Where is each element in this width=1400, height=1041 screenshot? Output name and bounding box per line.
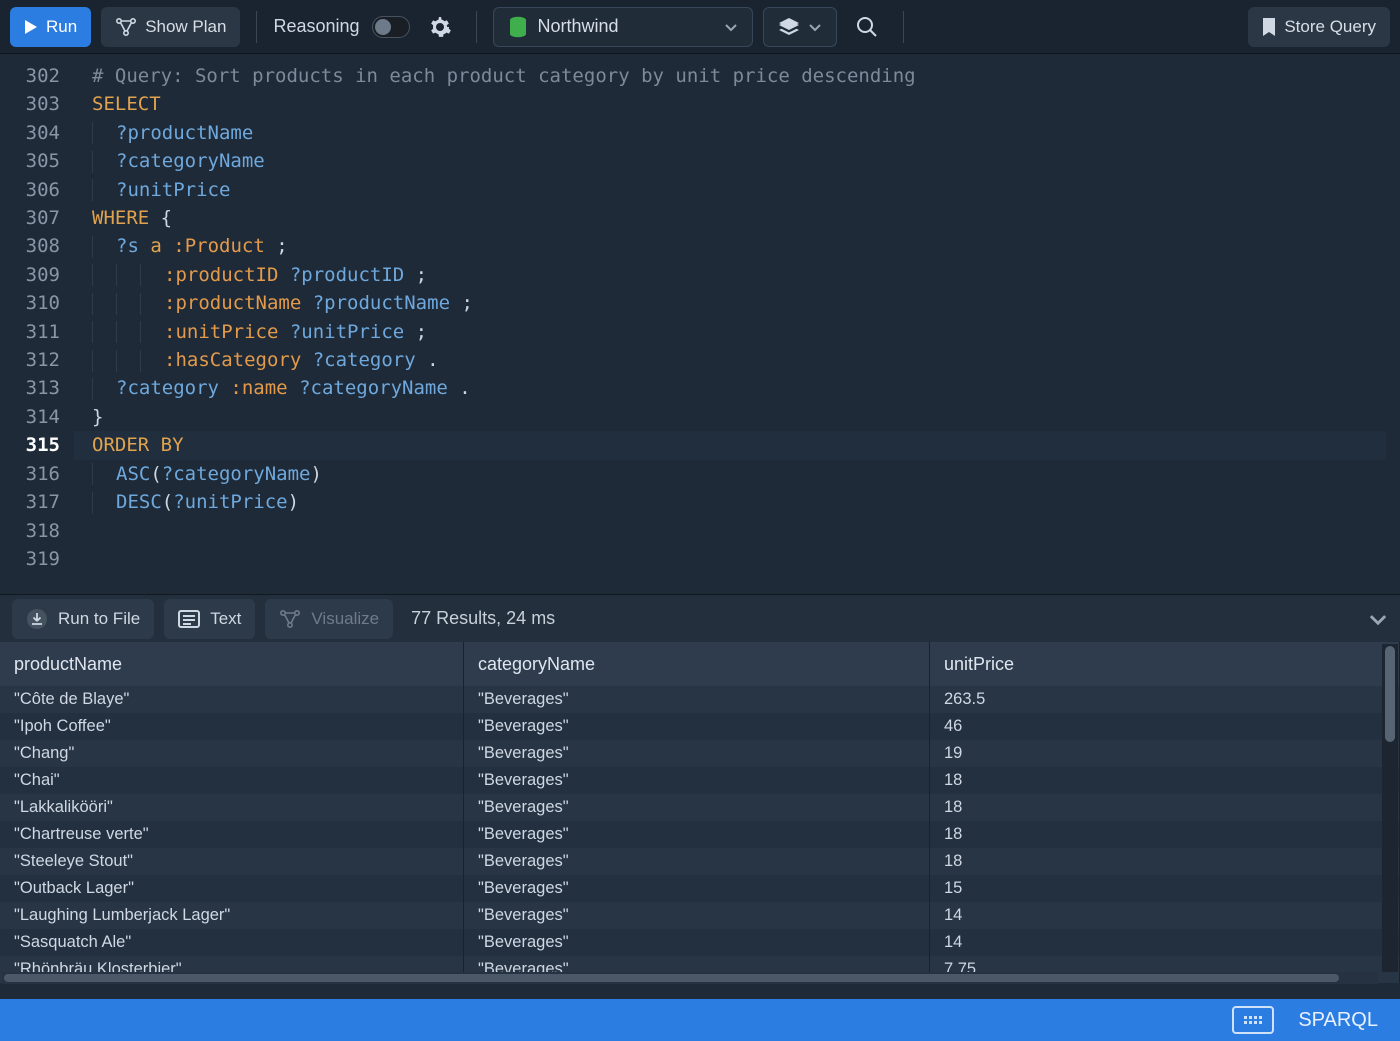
run-button[interactable]: Run	[10, 7, 91, 47]
run-to-file-label: Run to File	[58, 609, 140, 629]
chevron-down-icon	[1368, 609, 1388, 629]
download-icon	[26, 608, 48, 630]
status-bar: SPARQL	[0, 999, 1400, 1041]
text-view-button[interactable]: Text	[164, 599, 255, 639]
editor-gutter: 3023033043053063073083093103113123133143…	[0, 54, 74, 594]
table-cell: "Beverages"	[464, 821, 930, 848]
run-button-label: Run	[46, 17, 77, 37]
database-name: Northwind	[538, 16, 714, 37]
table-cell: "Beverages"	[464, 740, 930, 767]
table-cell: 18	[930, 794, 1400, 821]
table-cell: 14	[930, 902, 1400, 929]
table-row[interactable]: "Steeleye Stout""Beverages"18	[0, 848, 1400, 875]
store-query-button[interactable]: Store Query	[1248, 7, 1390, 47]
collapse-results-button[interactable]	[1368, 609, 1388, 629]
table-column-header[interactable]: productName	[0, 642, 464, 686]
visualize-button[interactable]: Visualize	[265, 599, 393, 639]
table-cell: 19	[930, 740, 1400, 767]
bookmark-icon	[1262, 17, 1276, 37]
reasoning-toggle[interactable]	[372, 16, 410, 38]
reasoning-toggle-group: Reasoning	[273, 16, 409, 38]
search-button[interactable]	[847, 7, 887, 47]
table-cell: "Lakkalikööri"	[0, 794, 464, 821]
table-cell: "Beverages"	[464, 767, 930, 794]
text-view-label: Text	[210, 609, 241, 629]
chevron-down-icon	[808, 20, 822, 34]
table-cell: 18	[930, 821, 1400, 848]
toolbar-divider	[476, 11, 477, 43]
show-plan-label: Show Plan	[145, 17, 226, 37]
table-cell: "Beverages"	[464, 929, 930, 956]
table-cell: "Beverages"	[464, 875, 930, 902]
table-row[interactable]: "Ipoh Coffee""Beverages"46	[0, 713, 1400, 740]
results-status: 77 Results, 24 ms	[411, 608, 555, 629]
store-query-label: Store Query	[1284, 17, 1376, 37]
database-selector[interactable]: Northwind	[493, 7, 753, 47]
show-plan-button[interactable]: Show Plan	[101, 7, 240, 47]
run-to-file-button[interactable]: Run to File	[12, 599, 154, 639]
table-cell: "Chai"	[0, 767, 464, 794]
visualize-label: Visualize	[311, 609, 379, 629]
table-cell: "Beverages"	[464, 902, 930, 929]
table-column-header[interactable]: categoryName	[464, 642, 930, 686]
table-row[interactable]: "Lakkalikööri""Beverages"18	[0, 794, 1400, 821]
table-column-header[interactable]: unitPrice	[930, 642, 1400, 686]
table-cell: "Beverages"	[464, 713, 930, 740]
table-cell: "Beverages"	[464, 686, 930, 713]
language-label: SPARQL	[1298, 1009, 1378, 1032]
table-cell: "Beverages"	[464, 848, 930, 875]
table-row[interactable]: "Chartreuse verte""Beverages"18	[0, 821, 1400, 848]
layers-button[interactable]	[763, 7, 837, 47]
table-cell: "Côte de Blaye"	[0, 686, 464, 713]
table-row[interactable]: "Chang""Beverages"19	[0, 740, 1400, 767]
chevron-down-icon	[724, 20, 738, 34]
keyboard-button[interactable]	[1232, 1006, 1274, 1034]
code-editor[interactable]: 3023033043053063073083093103113123133143…	[0, 54, 1400, 594]
table-cell: 14	[930, 929, 1400, 956]
editor-code-area[interactable]: # Query: Sort products in each product c…	[74, 54, 1400, 594]
table-cell: 15	[930, 875, 1400, 902]
gear-icon	[428, 15, 452, 39]
layers-icon	[778, 17, 800, 37]
table-cell: "Laughing Lumberjack Lager"	[0, 902, 464, 929]
table-cell: 46	[930, 713, 1400, 740]
text-icon	[178, 610, 200, 628]
table-cell: "Beverages"	[464, 794, 930, 821]
play-icon	[24, 19, 38, 35]
search-icon	[856, 16, 878, 38]
table-cell: "Sasquatch Ale"	[0, 929, 464, 956]
table-cell: "Chang"	[0, 740, 464, 767]
top-toolbar: Run Show Plan Reasoning Nort	[0, 0, 1400, 54]
table-header: productNamecategoryNameunitPrice	[0, 642, 1400, 686]
toolbar-divider	[903, 11, 904, 43]
toolbar-divider	[256, 11, 257, 43]
graph-icon	[279, 609, 301, 629]
table-row[interactable]: "Laughing Lumberjack Lager""Beverages"14	[0, 902, 1400, 929]
table-cell: "Ipoh Coffee"	[0, 713, 464, 740]
table-cell: "Steeleye Stout"	[0, 848, 464, 875]
plan-icon	[115, 17, 137, 37]
table-row[interactable]: "Outback Lager""Beverages"15	[0, 875, 1400, 902]
results-table: productNamecategoryNameunitPrice "Côte d…	[0, 642, 1400, 984]
results-toolbar: Run to File Text Visualize 77 Results, 2…	[0, 594, 1400, 642]
table-row[interactable]: "Sasquatch Ale""Beverages"14	[0, 929, 1400, 956]
table-cell: 263.5	[930, 686, 1400, 713]
table-cell: "Outback Lager"	[0, 875, 464, 902]
database-icon	[508, 16, 528, 38]
table-row[interactable]: "Côte de Blaye""Beverages"263.5	[0, 686, 1400, 713]
horizontal-scrollbar[interactable]	[2, 972, 1378, 984]
reasoning-label: Reasoning	[273, 16, 359, 37]
settings-button[interactable]	[420, 7, 460, 47]
vertical-scrollbar[interactable]	[1382, 644, 1398, 972]
keyboard-icon	[1244, 1016, 1262, 1024]
table-body: "Côte de Blaye""Beverages"263.5"Ipoh Cof…	[0, 686, 1400, 983]
table-cell: 18	[930, 848, 1400, 875]
table-cell: "Chartreuse verte"	[0, 821, 464, 848]
table-row[interactable]: "Chai""Beverages"18	[0, 767, 1400, 794]
table-cell: 18	[930, 767, 1400, 794]
